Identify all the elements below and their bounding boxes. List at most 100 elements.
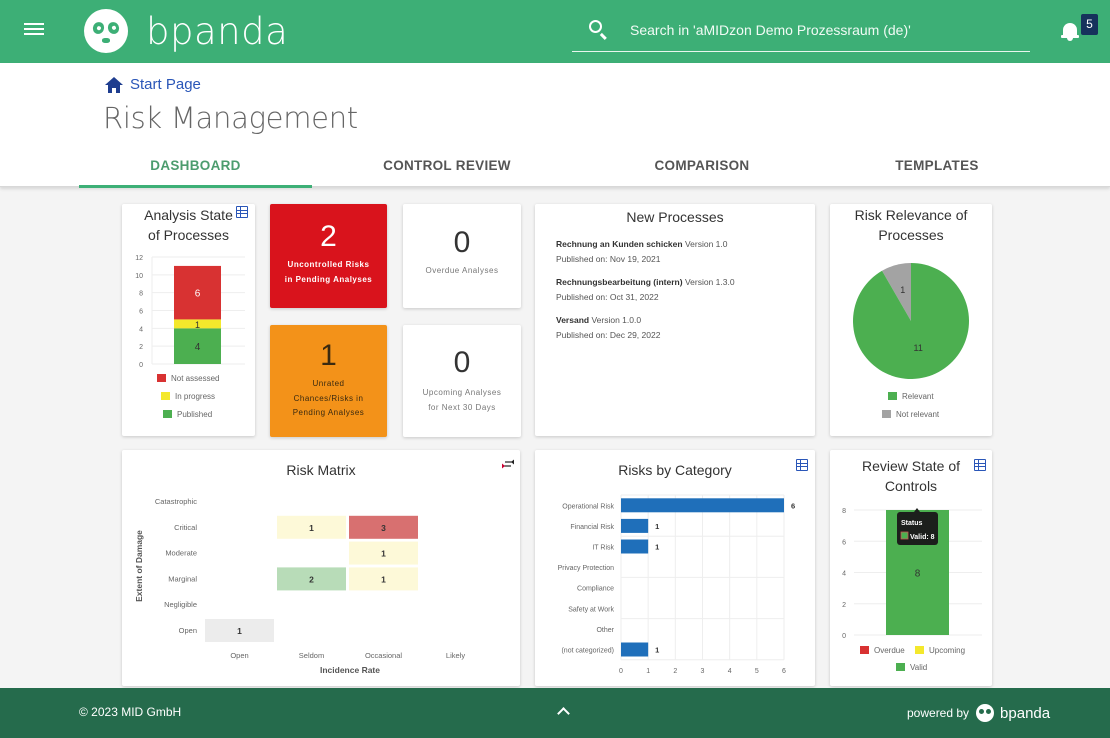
x-tick-label: 6 [782, 668, 786, 675]
footer: © 2023 MID GmbH powered by bpanda [0, 688, 1110, 738]
y-tick-label: 0 [139, 362, 143, 369]
data-label: 1 [655, 646, 659, 655]
kpi-overdue-analyses[interactable]: 0 Overdue Analyses [403, 204, 521, 308]
tab-comparison[interactable]: COMPARISON [582, 143, 822, 187]
panda-icon [84, 9, 128, 53]
breadcrumb-label: Start Page [130, 76, 201, 93]
scroll-to-top-icon[interactable] [556, 704, 570, 718]
legend-swatch [888, 392, 897, 400]
page-title: Risk Management [103, 101, 358, 135]
category-label: Compliance [577, 586, 614, 593]
process-name[interactable]: Versand [556, 315, 589, 325]
legend-swatch [915, 646, 924, 654]
y-tick-label: 2 [139, 344, 143, 351]
brand-name: bpanda [146, 9, 289, 53]
card-title: New Processes [626, 209, 724, 225]
risk-matrix-chart: Catastrophic Critical Moderate Marginal Negl… [134, 497, 465, 675]
tab-templates[interactable]: TEMPLATES [822, 143, 1052, 187]
y-tick-label: 8 [842, 508, 846, 515]
y-tick-label: 4 [139, 326, 143, 333]
category-label: Privacy Protection [558, 565, 615, 572]
data-label: 1 [900, 285, 905, 295]
process-name[interactable]: Rechnung an Kunden schicken [556, 239, 683, 249]
search-icon[interactable] [588, 19, 610, 41]
bar [621, 518, 649, 533]
kpi-label: Overdue Analyses [425, 266, 499, 275]
bpanda-logo[interactable]: bpanda [84, 9, 288, 53]
cell-value: 1 [309, 523, 314, 533]
y-tick-label: 12 [135, 255, 143, 262]
menu-icon[interactable] [24, 20, 46, 42]
powered-by-label: powered by [907, 706, 970, 720]
x-axis-title: Incidence Rate [320, 665, 380, 675]
legend-swatch [896, 663, 905, 671]
legend-swatch [882, 410, 891, 418]
footer-brand: bpanda [1000, 704, 1051, 722]
y-tick-label: 8 [139, 291, 143, 298]
notification-badge[interactable]: 5 [1081, 14, 1098, 35]
analysis-state-card: Analysis State of Processes 0 2 4 6 8 10 12 4 1 6… [122, 204, 255, 436]
data-label: 1 [655, 522, 659, 531]
search-input[interactable] [630, 21, 1010, 38]
kpi-label: Upcoming Analyses for Next 30 Days [422, 388, 502, 412]
y-tick-label: 6 [842, 539, 846, 546]
category-label: IT Risk [592, 545, 614, 552]
risk-relevance-card: Risk Relevance of Processes 1 11 Relevant No… [830, 204, 992, 436]
y-tick-label: 6 [139, 309, 143, 316]
kpi-upcoming-analyses[interactable]: 0 Upcoming Analyses for Next 30 Days [403, 325, 521, 437]
legend-label: Published [177, 410, 212, 419]
category-label: Operational Risk [562, 503, 614, 510]
tab-control-review[interactable]: CONTROL REVIEW [312, 143, 582, 187]
cell-value: 1 [381, 574, 386, 584]
x-tick-label: 3 [701, 668, 705, 675]
data-label: 8 [915, 569, 921, 580]
bar [621, 498, 784, 513]
process-name[interactable]: Rechnungsbearbeitung (intern) [556, 277, 683, 287]
process-version: Version 1.0 [684, 239, 728, 249]
tab-bar: DASHBOARD CONTROL REVIEW COMPARISON TEMP… [79, 143, 1110, 188]
y-category-label: Catastrophic [155, 497, 197, 506]
legend-label: Not assessed [171, 374, 219, 383]
breadcrumb-start-page[interactable]: Start Page [105, 76, 201, 93]
pie-slice [853, 263, 969, 379]
process-item[interactable]: Rechnungsbearbeitung (intern) Version 1.… [556, 277, 735, 302]
page-header: Start Page Risk Management DASHBOARD CON… [0, 63, 1110, 188]
bell-icon[interactable] [1060, 20, 1080, 42]
tooltip-swatch [900, 531, 909, 540]
tab-dashboard[interactable]: DASHBOARD [79, 143, 312, 188]
panda-icon [976, 704, 995, 722]
y-category-label: Open [179, 626, 197, 635]
y-tick-label: 4 [842, 571, 846, 578]
review-state-card: Review State of Controls 0 2 4 6 8 8 Status Vali… [830, 450, 992, 686]
tooltip-text: Valid: 8 [910, 534, 935, 541]
y-category-label: Negligible [164, 600, 197, 609]
data-label: 6 [195, 289, 201, 300]
y-axis-title: Extent of Damage [134, 530, 144, 602]
kpi-unrated-risks[interactable]: 1 Unrated Chances/Risks in Pending Analyse… [270, 325, 387, 437]
process-item[interactable]: Rechnung an Kunden schicken Version 1.0 … [556, 239, 727, 264]
risk-relevance-chart: 111RelevantNot relevant [853, 263, 969, 419]
review-state-chart: 0 2 4 6 8 8 Status Valid: 8 Overdue UpcomingValid [842, 508, 982, 672]
category-label: (not categorized) [561, 648, 614, 655]
y-category-label: Critical [174, 523, 197, 532]
data-label: 1 [655, 543, 659, 552]
category-label: Safety at Work [568, 606, 614, 613]
x-tick-label: 5 [755, 668, 759, 675]
risks-by-category-card: Risks by Category 0 1 2 3 4 5 6 Operational Ris… [535, 450, 815, 686]
data-label: 1 [195, 320, 200, 330]
legend-label: Not relevant [896, 410, 940, 419]
data-label: 6 [791, 501, 795, 510]
kpi-uncontrolled-risks[interactable]: 2 Uncontrolled Risks in Pending Analyses [270, 204, 387, 308]
process-item[interactable]: Versand Version 1.0.0 Published on: Dec … [556, 315, 660, 340]
legend-label: In progress [175, 392, 215, 401]
process-version: Version 1.0.0 [591, 315, 642, 325]
cell-value: 2 [309, 574, 314, 584]
x-category-label: Likely [446, 651, 465, 660]
x-tick-label: 4 [728, 668, 732, 675]
search-bar[interactable] [572, 8, 1030, 52]
analysis-state-chart: 0 2 4 6 8 10 12 4 1 6 Not assessed In progress Publi… [135, 255, 245, 419]
y-tick-label: 2 [842, 602, 846, 609]
x-tick-label: 2 [673, 668, 677, 675]
legend-swatch [157, 374, 166, 382]
x-category-label: Open [230, 651, 248, 660]
